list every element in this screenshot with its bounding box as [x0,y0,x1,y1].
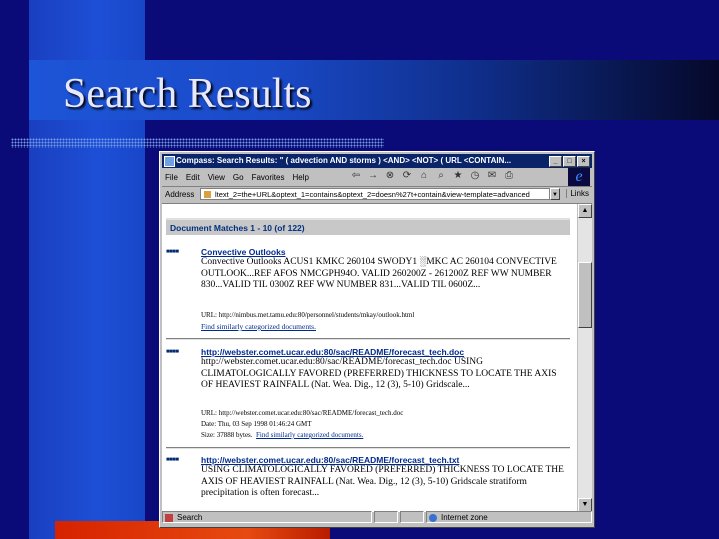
back-icon[interactable]: ⇦ [350,170,362,182]
toolbar: ⇦ → ⊗ ⟳ ⌂ ⌕ ★ ◷ ✉ ⎙ [350,170,515,182]
forward-icon[interactable]: → [367,170,379,182]
app-icon [164,156,175,167]
result-title-link[interactable]: Convective Outlooks [201,247,286,257]
close-button[interactable]: × [577,156,590,167]
result-bullets: ■ ■ ■ ■ [166,249,179,255]
maximize-button[interactable]: □ [563,156,576,167]
zone-text: Internet zone [441,513,488,522]
status-text-cell: Search [162,511,372,523]
scroll-up-icon[interactable]: ▲ [578,204,592,218]
ie-logo-icon: e [568,168,590,186]
result-snippet: USING CLIMATOLOGICALLY FAVORED (PREFERRE… [201,465,564,498]
print-icon[interactable]: ⎙ [503,170,515,182]
page-icon [165,514,173,522]
result-snippet: Convective Outlooks ACUS1 KMKC 260104 SW… [201,257,557,290]
result-date: Date: Thu, 03 Sep 1998 01:46:24 GMT [201,420,312,428]
result-title-link[interactable]: http://webster.comet.ucar.edu:80/sac/REA… [201,347,464,357]
status-bar: Search Internet zone [162,511,592,525]
minimize-button[interactable]: _ [549,156,562,167]
result-url: URL: http://nimbus.met.tamu.edu:80/perso… [201,311,415,319]
result-bullets: ■ ■ ■ ■ [166,457,179,463]
menu-view[interactable]: View [205,173,228,182]
window-title: Compass: Search Results: " ( advection A… [176,156,512,165]
scroll-thumb[interactable] [578,262,592,328]
find-similar-link[interactable]: Find similarly categorized documents. [201,322,316,331]
result-title-link[interactable]: http://webster.comet.ucar.edu:80/sac/REA… [201,455,459,465]
links-button[interactable]: Links [566,189,589,198]
zone-cell: Internet zone [426,511,592,523]
result-divider [166,447,570,449]
window-titlebar[interactable]: Compass: Search Results: " ( advection A… [162,154,592,168]
result-size: Size: 37888 bytes. [201,431,253,439]
status-text: Search [177,513,203,522]
dotted-rule [11,138,384,148]
address-bar: Address ltext_2=the+URL&optext_1=contain… [162,187,592,204]
history-icon[interactable]: ◷ [469,170,481,182]
page-content: Document Matches 1 - 10 (of 122) ■ ■ ■ ■… [162,204,577,512]
stop-icon[interactable]: ⊗ [384,170,396,182]
address-label: Address [165,190,195,199]
mail-icon[interactable]: ✉ [486,170,498,182]
matches-header: Document Matches 1 - 10 (of 122) [166,218,570,235]
menu-favorites[interactable]: Favorites [249,173,288,182]
menu-file[interactable]: File [162,173,181,182]
menu-help[interactable]: Help [289,173,311,182]
result-size-row: Size: 37888 bytes. Find similarly catego… [201,431,363,439]
globe-icon [429,514,437,522]
status-cell-empty [400,511,424,523]
status-cell-empty [374,511,398,523]
scroll-down-icon[interactable]: ▼ [578,498,592,512]
menu-edit[interactable]: Edit [183,173,203,182]
address-input[interactable]: ltext_2=the+URL&optext_1=contains&optext… [200,188,550,200]
search-icon[interactable]: ⌕ [435,170,447,182]
result-snippet: http://webster.comet.ucar.edu:80/sac/REA… [201,357,557,390]
find-similar-link[interactable]: Find similarly categorized documents. [256,431,363,439]
address-dropdown-icon[interactable]: ▼ [550,188,560,200]
result-divider [166,338,570,340]
browser-window: Compass: Search Results: " ( advection A… [159,151,595,528]
favorites-icon[interactable]: ★ [452,170,464,182]
vertical-scrollbar[interactable]: ▲ ▼ [578,204,592,512]
slide-title: Search Results [63,71,312,117]
result-bullets: ■ ■ ■ ■ [166,349,179,355]
home-icon[interactable]: ⌂ [418,170,430,182]
menu-go[interactable]: Go [230,173,247,182]
refresh-icon[interactable]: ⟳ [401,170,413,182]
window-controls: _ □ × [549,156,590,167]
result-url: URL: http://webster.comet.ucar.edu:80/sa… [201,409,404,417]
